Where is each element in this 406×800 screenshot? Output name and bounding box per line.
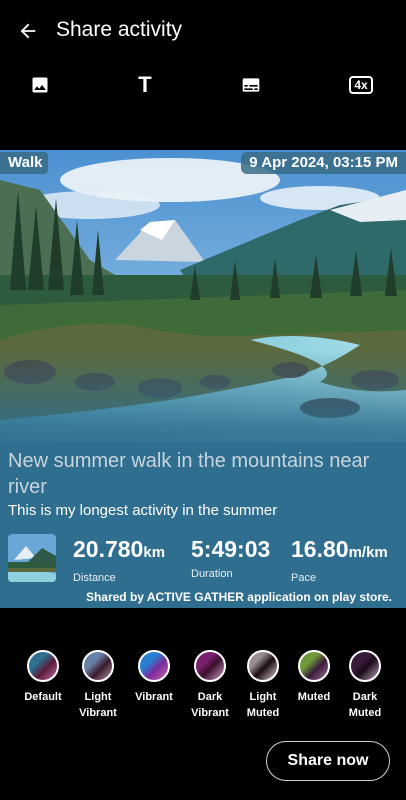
- palette-option-dark-vibrant[interactable]: Dark Vibrant: [180, 650, 240, 721]
- activity-thumbnail: [8, 534, 56, 582]
- palette-label: Light Muted: [246, 691, 280, 719]
- palette-label: Muted: [297, 691, 331, 703]
- palette-swatch[interactable]: [349, 650, 381, 682]
- stat-distance: 20.780km Distance: [73, 536, 165, 584]
- stat-value: 16.80: [291, 536, 349, 562]
- stat-label: Distance: [73, 572, 116, 584]
- palette-swatch[interactable]: [194, 650, 226, 682]
- edit-toolbar: T 4x: [0, 68, 406, 102]
- photo-fade-overlay: [0, 350, 406, 460]
- activity-datetime-badge: 9 Apr 2024, 03:15 PM: [241, 152, 406, 174]
- stat-value: 5:49:03: [191, 536, 271, 562]
- palette-label: Default: [24, 691, 62, 703]
- stat-pace: 16.80m/km Pace: [291, 536, 388, 584]
- palette-swatch[interactable]: [82, 650, 114, 682]
- palette-swatch[interactable]: [27, 650, 59, 682]
- palette-option-light-vibrant[interactable]: Light Vibrant: [68, 650, 128, 721]
- activity-headline: New summer walk in the mountains near ri…: [8, 450, 370, 498]
- palette-label: Dark Muted: [348, 691, 382, 719]
- palette-swatch[interactable]: [298, 650, 330, 682]
- text-format-icon[interactable]: T: [128, 68, 162, 102]
- activity-type-badge: Walk: [0, 152, 49, 174]
- subtitles-icon[interactable]: [234, 68, 268, 102]
- palette-option-vibrant[interactable]: Vibrant: [124, 650, 184, 705]
- activity-description: This is my longest activity in the summe…: [8, 502, 278, 519]
- share-now-button[interactable]: Share now: [266, 741, 390, 781]
- palette-label: Dark Vibrant: [191, 691, 229, 719]
- arrow-back-icon[interactable]: [14, 17, 42, 45]
- palette-swatch[interactable]: [138, 650, 170, 682]
- stat-value: 20.780: [73, 536, 144, 562]
- palette-label: Vibrant: [135, 691, 173, 703]
- scale-label: 4x: [349, 76, 373, 94]
- page-title: Share activity: [56, 18, 183, 41]
- stat-label: Pace: [291, 572, 317, 584]
- stat-unit: km: [143, 544, 166, 561]
- color-palette-picker: Default Light Vibrant Vibrant Dark Vibra…: [0, 650, 406, 720]
- stat-duration: 5:49:03 Duration: [191, 536, 270, 580]
- image-icon[interactable]: [23, 68, 57, 102]
- stat-label: Duration: [191, 568, 233, 580]
- shared-by-text: Shared by ACTIVE GATHER application on p…: [85, 590, 392, 604]
- palette-option-default[interactable]: Default: [13, 650, 73, 705]
- palette-label: Light Vibrant: [79, 691, 117, 719]
- activity-share-card: Walk 9 Apr 2024, 03:15 PM New summer wal…: [0, 150, 406, 608]
- top-app-bar: Share activity: [0, 0, 406, 62]
- text-format-glyph: T: [138, 72, 152, 97]
- scale-4x-icon[interactable]: 4x: [344, 68, 378, 102]
- stat-unit: m/km: [348, 544, 388, 561]
- palette-option-dark-muted[interactable]: Dark Muted: [335, 650, 395, 721]
- palette-swatch[interactable]: [247, 650, 279, 682]
